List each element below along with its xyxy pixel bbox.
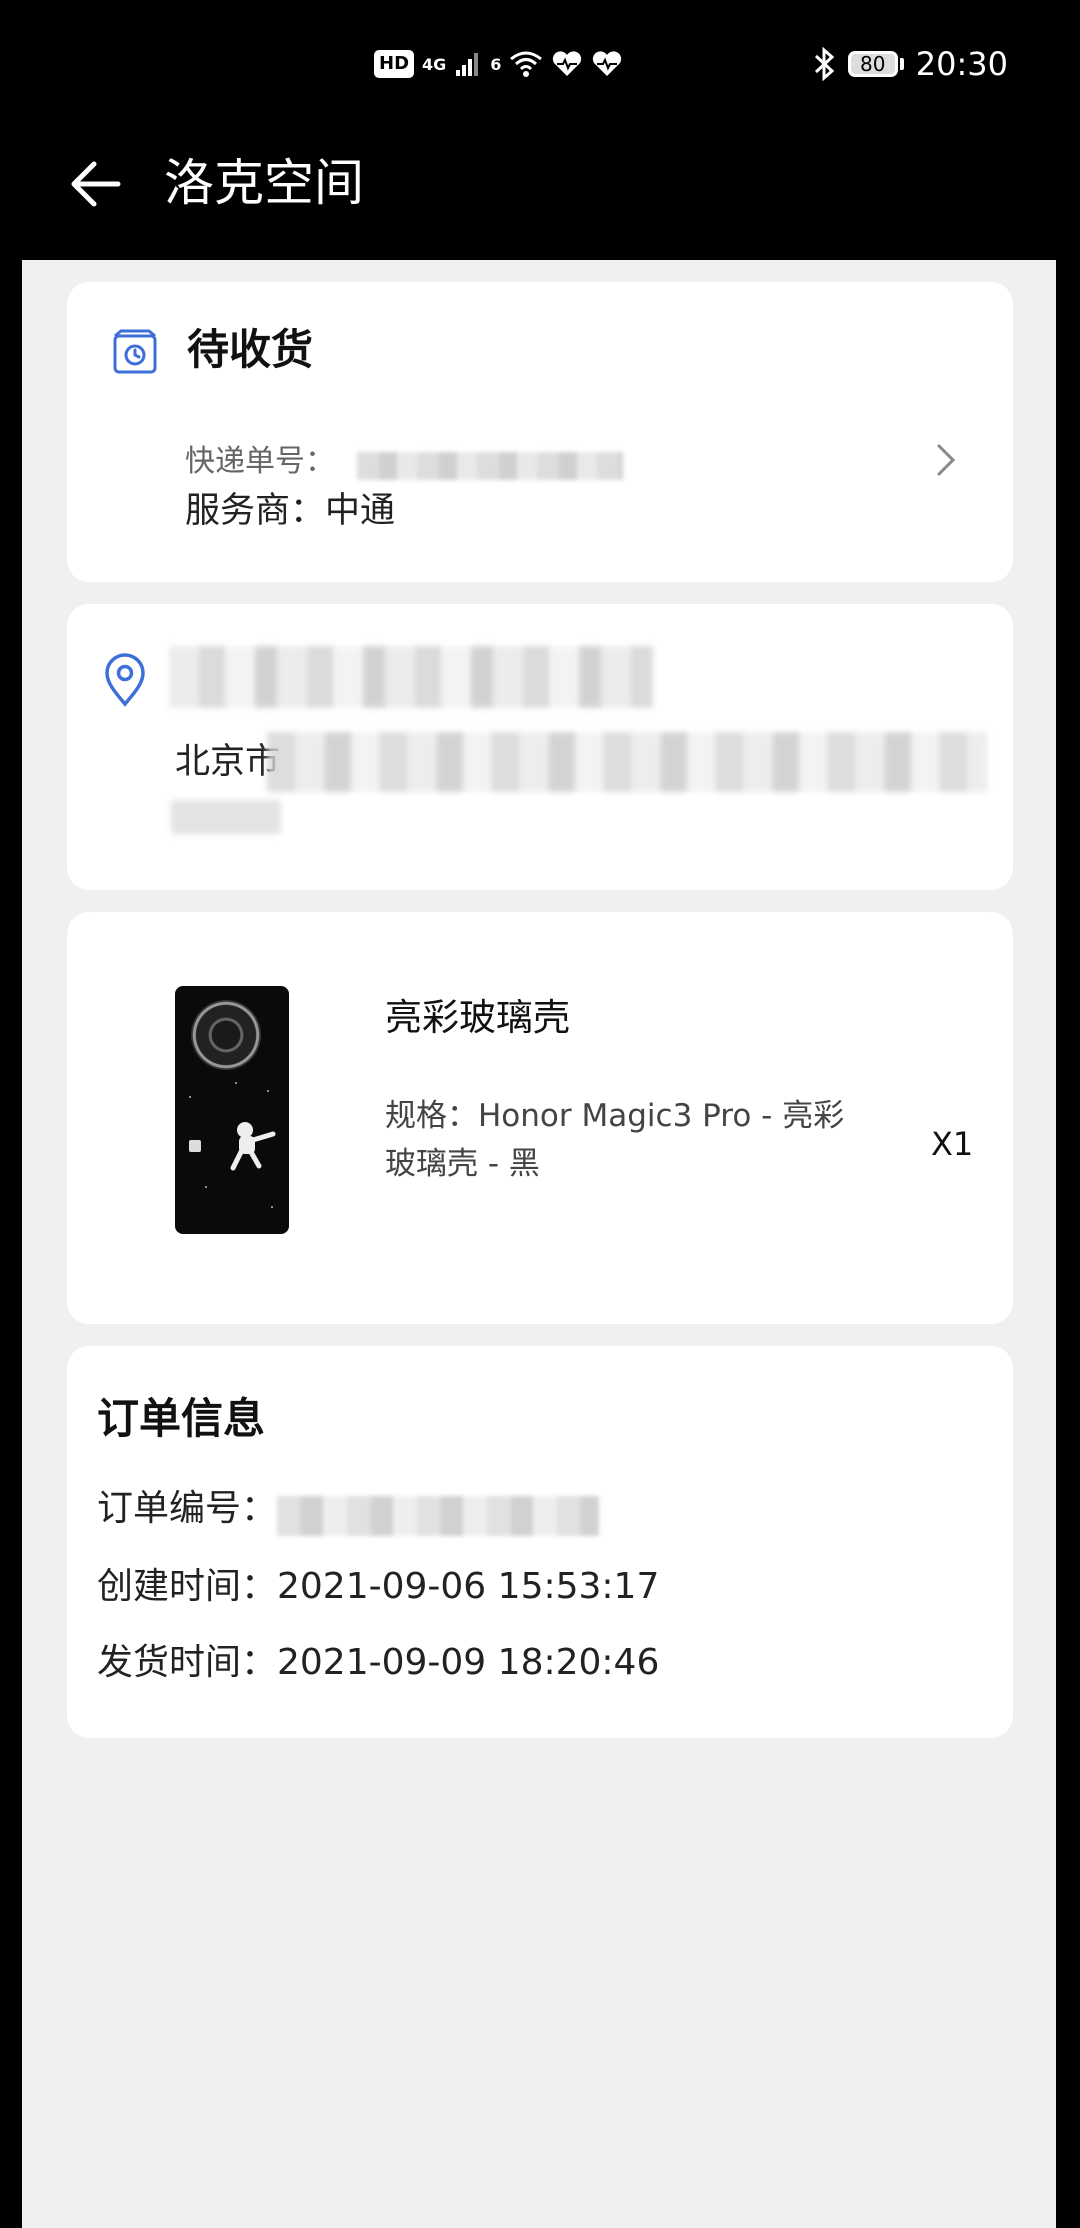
shipment-status-card[interactable]: 待收货 快递单号： 服务商：中通 (67, 282, 1013, 582)
astronaut-icon (230, 1122, 276, 1171)
chevron-right-icon[interactable] (933, 440, 959, 480)
wifi-label: 6 (490, 54, 502, 74)
tracking-number-label: 快递单号： (185, 444, 335, 479)
wifi-icon (510, 51, 543, 77)
health-heart-icon (553, 51, 582, 76)
health-heart-icon (593, 51, 622, 76)
cell-signal-icon (456, 53, 479, 76)
tracking-number-redacted (357, 452, 623, 480)
shipment-status: 待收货 (187, 325, 314, 374)
address-prefix: 北京市 (175, 742, 281, 782)
status-icons-right: 80 20:30 (812, 42, 1008, 86)
status-icons-left: HD 4G 6 (374, 44, 623, 84)
product-quantity: X1 (931, 1125, 974, 1163)
order-info-card: 订单信息 订单编号： 创建时间：2021-09-06 15:53:17 发货时间… (67, 1346, 1013, 1738)
balloon-icon (189, 1140, 201, 1152)
camera-module (191, 1000, 261, 1070)
product-spec: 规格：Honor Magic3 Pro - 亮彩玻璃壳 - 黑 (385, 1098, 845, 1182)
page-title: 洛克空间 (164, 154, 364, 212)
status-bar: HD 4G 6 80 20:30 (0, 0, 1080, 126)
carrier-name: 服务商：中通 (185, 491, 396, 531)
order-detail-content[interactable]: 待收货 快递单号： 服务商：中通 北京市 亮彩玻璃壳 规格：Honor Magi… (22, 260, 1056, 2228)
shipped-time: 发货时间：2021-09-09 18:20:46 (97, 1642, 660, 1683)
order-number-label: 订单编号： (97, 1488, 278, 1529)
battery-tip (899, 58, 904, 70)
package-clock-icon (113, 329, 157, 374)
arrow-left-icon[interactable] (68, 156, 124, 212)
order-info-title: 订单信息 (97, 1394, 266, 1443)
location-pin-icon (105, 653, 145, 707)
battery-indicator: 80 (847, 51, 904, 77)
battery-level: 80 (847, 51, 898, 77)
order-number-redacted (277, 1496, 599, 1536)
product-card[interactable]: 亮彩玻璃壳 规格：Honor Magic3 Pro - 亮彩玻璃壳 - 黑 X1 (67, 912, 1013, 1324)
address-redacted (267, 732, 987, 792)
app-bar: 洛克空间 (0, 126, 1080, 260)
delivery-address-card: 北京市 (67, 604, 1013, 890)
bluetooth-icon (814, 47, 835, 81)
address-redacted-line2 (171, 800, 281, 834)
signal-label: 4G (422, 54, 447, 74)
product-name: 亮彩玻璃壳 (385, 996, 570, 1039)
product-thumbnail (175, 986, 289, 1234)
hd-badge: HD (374, 50, 415, 78)
recipient-redacted (169, 646, 653, 708)
clock: 20:30 (915, 45, 1008, 83)
created-time: 创建时间：2021-09-06 15:53:17 (97, 1566, 660, 1607)
